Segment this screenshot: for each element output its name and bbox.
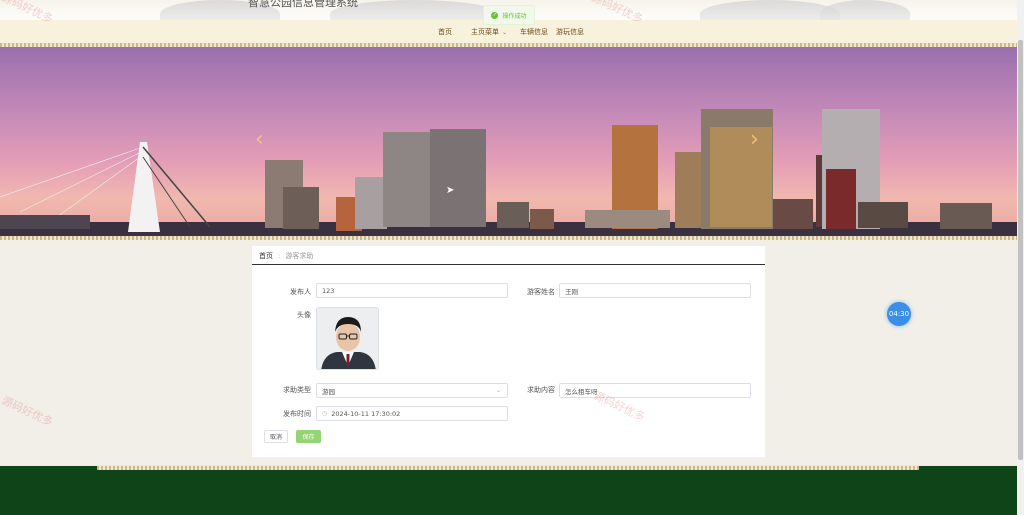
publisher-field[interactable]: 123: [316, 283, 508, 298]
site-header: 智慧公园信息管理系统 首页 主页菜单 ⌄ 车辆信息 游玩信息 ✓ 操作成功: [0, 0, 1017, 44]
site-title: 智慧公园信息管理系统: [248, 0, 358, 9]
nav-item-vehicles[interactable]: 车辆信息: [520, 27, 548, 37]
help-content-field[interactable]: 怎么租车呀: [559, 383, 751, 398]
help-type-select[interactable]: 游园 ⌄: [316, 383, 508, 398]
countdown-timer[interactable]: 04:30: [887, 302, 911, 326]
help-type-value: 游园: [322, 387, 335, 396]
breadcrumb-current: 游客求助: [285, 252, 314, 260]
avatar[interactable]: [316, 307, 379, 370]
visitor-name-field[interactable]: 王刚: [559, 283, 751, 298]
help-form-panel: 首页: 游客求助 发布人 123 游客姓名 王刚 头像 求助类型 游园 ⌄ 求助内…: [252, 246, 765, 457]
nav-item-tours[interactable]: 游玩信息: [556, 27, 584, 37]
breadcrumb-home[interactable]: 首页: [259, 252, 273, 260]
breadcrumb-divider: [252, 264, 765, 265]
mouse-cursor-icon: ➤: [446, 185, 455, 196]
site-footer: [0, 466, 1017, 515]
success-toast: ✓ 操作成功: [483, 5, 535, 25]
publish-time-value: 2024-10-11 17:30:02: [331, 409, 401, 418]
check-circle-icon: ✓: [491, 11, 499, 19]
breadcrumb: 首页: 游客求助: [259, 251, 313, 261]
publisher-label: 发布人: [290, 288, 311, 296]
help-type-label: 求助类型: [283, 386, 311, 394]
top-nav: 首页 主页菜单 ⌄ 车辆信息 游玩信息: [0, 27, 1017, 41]
carousel-next-arrow[interactable]: ›: [750, 127, 759, 152]
chevron-down-icon: ⌄: [502, 29, 508, 36]
avatar-photo: [317, 308, 378, 369]
avatar-label: 头像: [297, 311, 311, 319]
city-skyline-image: [0, 109, 1017, 236]
carousel-prev-arrow[interactable]: ‹: [255, 127, 264, 152]
page-scrollbar[interactable]: [1017, 0, 1024, 515]
help-content-label: 求助内容: [527, 386, 555, 394]
nav-item-menu[interactable]: 主页菜单 ⌄: [471, 27, 507, 37]
cancel-button[interactable]: 取消: [264, 430, 288, 443]
nav-item-home[interactable]: 首页: [438, 27, 452, 37]
publish-time-label: 发布时间: [283, 410, 311, 418]
chevron-down-icon: ⌄: [495, 387, 501, 394]
banner-carousel: ‹ › ➤: [0, 47, 1017, 236]
toast-message: 操作成功: [502, 12, 527, 20]
nav-item-menu-label: 主页菜单: [471, 28, 499, 36]
scrollbar-thumb[interactable]: [1018, 40, 1023, 460]
decorative-border: [97, 466, 919, 470]
clock-icon: ◷: [322, 410, 328, 417]
visitor-name-label: 游客姓名: [527, 288, 555, 296]
save-button[interactable]: 保存: [296, 430, 321, 443]
publish-time-picker[interactable]: ◷ 2024-10-11 17:30:02: [316, 406, 508, 421]
breadcrumb-separator: :: [278, 252, 281, 260]
